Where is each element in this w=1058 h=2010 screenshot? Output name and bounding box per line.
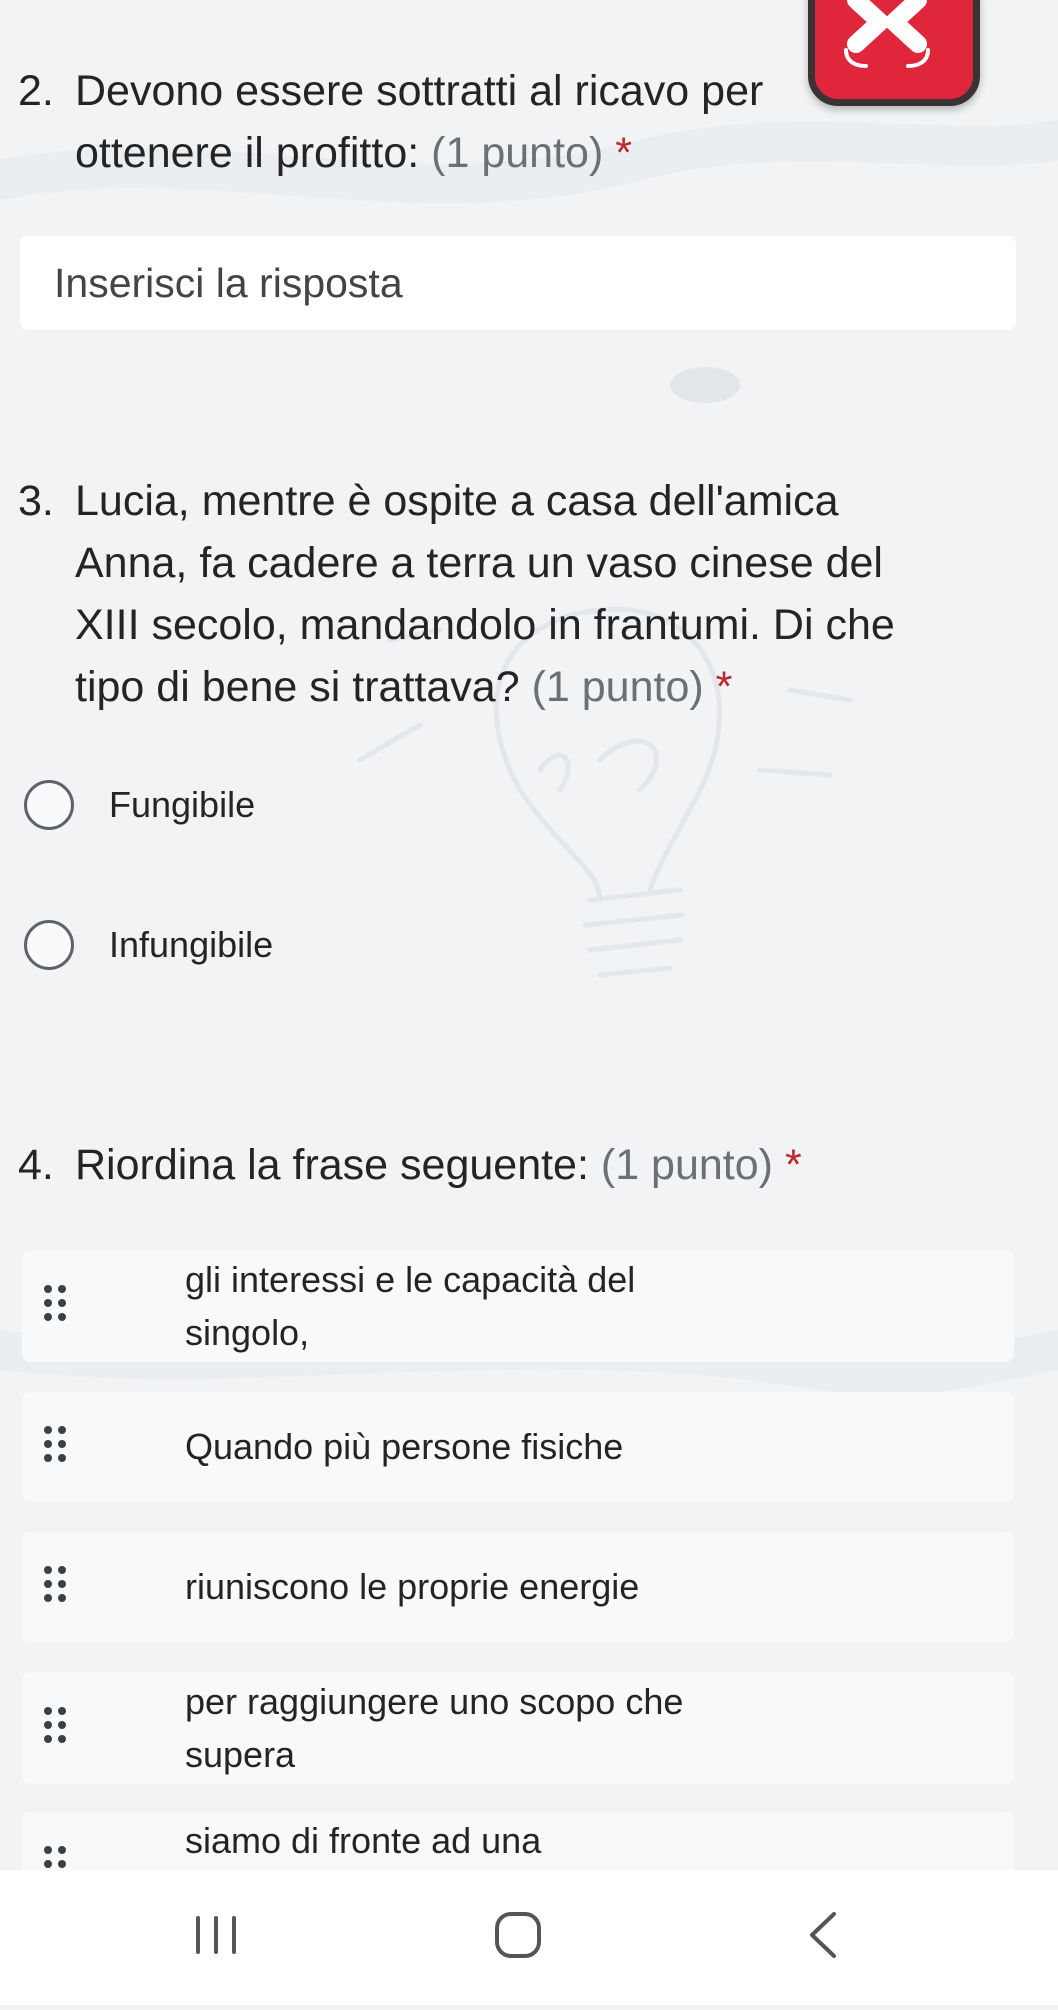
question-text-line: XIII secolo, mandandolo in frantumi. Di … — [75, 601, 895, 649]
question-number: 3. — [18, 477, 54, 525]
question-4-title: 4. Riordina la frase seguente: (1 punto)… — [18, 1134, 1018, 1196]
question-3-title: 3. Lucia, mentre è ospite a casa dell'am… — [18, 470, 1018, 718]
answer-input[interactable] — [20, 236, 1016, 330]
required-asterisk: * — [615, 129, 632, 177]
question-number: 2. — [18, 67, 54, 115]
reorder-item[interactable]: per raggiungere uno scopo che supera — [22, 1672, 1014, 1784]
reorder-item[interactable]: gli interessi e le capacità del singolo, — [22, 1250, 1014, 1362]
reorder-item[interactable]: riuniscono le proprie energie — [22, 1532, 1014, 1642]
home-icon — [495, 1912, 541, 1958]
reorder-item-text: gli interessi e le capacità del singolo, — [185, 1253, 745, 1359]
question-number: 4. — [18, 1141, 54, 1189]
reorder-text-line: singolo, — [185, 1312, 310, 1353]
reorder-item-text: Quando più persone fisiche — [185, 1426, 624, 1467]
recent-apps-icon — [196, 1916, 236, 1954]
question-text-line: ottenere il profitto: — [75, 129, 420, 177]
reorder-text-line: gli interessi e le capacità del — [185, 1259, 636, 1300]
back-icon — [810, 1912, 836, 1958]
question-text-line: Devono essere sottratti al ricavo per — [75, 67, 764, 115]
points-label: (1 punto) — [600, 1141, 773, 1189]
reorder-text-line: supera — [185, 1734, 296, 1775]
question-text-line: tipo di bene si trattava? — [75, 663, 520, 711]
radio-option-infungibile[interactable]: Infungibile — [24, 910, 273, 980]
drag-handle-icon[interactable] — [42, 1426, 68, 1468]
reorder-item-text: riuniscono le proprie energie — [185, 1566, 640, 1607]
home-button[interactable] — [438, 1870, 598, 2005]
drag-handle-icon[interactable] — [42, 1707, 68, 1749]
recent-apps-button[interactable] — [136, 1870, 296, 2005]
question-text-line: Lucia, mentre è ospite a casa dell'amica — [75, 477, 839, 525]
back-button[interactable] — [742, 1870, 902, 2005]
points-label: (1 punto) — [531, 663, 704, 711]
radio-button[interactable] — [24, 780, 74, 830]
question-text-line: Anna, fa cadere a terra un vaso cinese d… — [75, 539, 883, 587]
drag-handle-icon[interactable] — [42, 1285, 68, 1327]
required-asterisk: * — [715, 663, 733, 711]
reorder-item-text: per raggiungere uno scopo che supera — [185, 1675, 745, 1781]
drag-handle-icon[interactable] — [42, 1846, 68, 1870]
floating-badge[interactable] — [808, 0, 980, 106]
radio-option-fungibile[interactable]: Fungibile — [24, 770, 255, 840]
radio-option-label: Fungibile — [109, 784, 256, 825]
points-label: (1 punto) — [431, 129, 604, 177]
required-asterisk: * — [784, 1141, 802, 1189]
question-text-line: Riordina la frase seguente: — [75, 1141, 589, 1189]
drag-handle-icon[interactable] — [42, 1566, 68, 1608]
close-x-icon — [844, 0, 930, 68]
reorder-item[interactable]: Quando più persone fisiche — [22, 1392, 1014, 1502]
form-content: 2. Devono essere sottratti al ricavo per… — [0, 0, 1058, 1870]
system-nav-bar — [0, 1870, 1058, 2005]
reorder-item-text: siamo di fronte ad una — [185, 1820, 542, 1861]
reorder-item[interactable]: siamo di fronte ad una — [22, 1812, 1014, 1870]
reorder-text-line: per raggiungere uno scopo che — [185, 1681, 684, 1722]
radio-button[interactable] — [24, 920, 74, 970]
radio-option-label: Infungibile — [109, 924, 274, 965]
